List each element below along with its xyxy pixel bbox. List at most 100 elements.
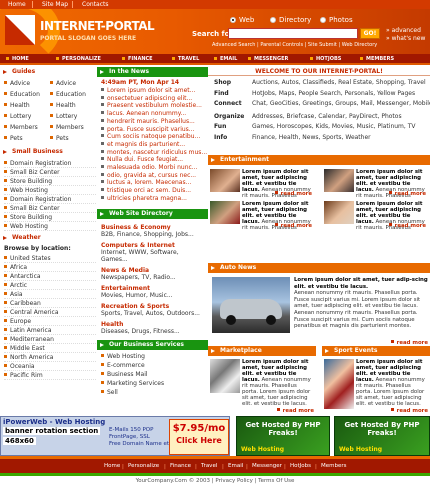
read-more-link[interactable]: read more (274, 223, 312, 229)
footer-link[interactable]: Members (321, 463, 347, 469)
radio-photos[interactable]: Photos (320, 16, 353, 24)
weather-location[interactable]: Africa (4, 263, 96, 272)
weather-location[interactable]: Middle East (4, 344, 96, 353)
top-link-contacts[interactable]: Contacts (82, 1, 108, 8)
category-links[interactable]: Addresses, Briefcase, Calendar, PayDirec… (252, 112, 402, 122)
directory-category[interactable]: Recreation & Sports (101, 303, 204, 310)
service-item[interactable]: Business Mail (97, 370, 208, 379)
weather-location[interactable]: Mediterranean (4, 335, 96, 344)
category-name[interactable]: Fun (214, 122, 226, 132)
news-item[interactable]: Praesent vestibulum molestie... (97, 102, 208, 110)
nav-members[interactable]: MEMBERS (366, 56, 394, 62)
news-item[interactable]: odio, gravida at, cursus nec... (97, 172, 208, 180)
weather-location[interactable]: Caribbean (4, 299, 96, 308)
weather-location[interactable]: North America (4, 353, 96, 362)
top-link-sitemap[interactable]: Site Map (42, 1, 68, 8)
guide-item[interactable]: Lottery (4, 113, 31, 120)
list-item[interactable]: Small Biz Center (4, 204, 96, 213)
footer-link[interactable]: Email (228, 463, 243, 469)
weather-location[interactable]: Central America (4, 308, 96, 317)
category-name[interactable]: Find (214, 89, 229, 99)
ipower-banner[interactable]: iPowerWeb - Web Hosting banner rotation … (0, 416, 230, 456)
read-more-link[interactable]: read more (390, 408, 428, 414)
guide-item[interactable]: Advice (50, 80, 76, 87)
service-item[interactable]: Web Hosting (97, 352, 208, 361)
search-sub-links[interactable]: Advanced Search | Parental Controls | Si… (212, 42, 377, 48)
read-more-link[interactable]: read more (388, 191, 426, 197)
price-badge[interactable]: $7.95/mo Click Here (169, 419, 229, 455)
phpfreaks-banner[interactable]: Get Hosted By PHP Freaks! Web Hosting (236, 416, 330, 456)
footer-link[interactable]: Home (104, 463, 120, 469)
guide-item[interactable]: Members (50, 124, 84, 131)
news-item[interactable]: montes, nascetur ridiculus mus... (97, 149, 208, 157)
list-item[interactable]: Domain Registration (4, 159, 96, 168)
guide-item[interactable]: Pets (4, 135, 23, 142)
radio-web[interactable]: Web (230, 16, 254, 24)
person-photo[interactable] (324, 169, 354, 192)
weather-location[interactable]: Arctic (4, 281, 96, 290)
directory-desc[interactable]: B2B, Finance, Shopping, Jobs... (101, 231, 204, 238)
directory-desc[interactable]: Internet, WWW, Software, Games... (101, 249, 204, 263)
guide-item[interactable]: Education (4, 91, 40, 98)
directory-category[interactable]: Business & Economy (101, 224, 204, 231)
category-name[interactable]: Connect (214, 99, 242, 109)
sport-photo[interactable] (324, 359, 354, 409)
radio-directory[interactable]: Directory (270, 16, 311, 24)
news-item[interactable]: Lorem ipsum dolor sit amet... (97, 87, 208, 95)
news-item[interactable]: malesuada odio. Morbi nunc... (97, 164, 208, 172)
search-input[interactable] (228, 28, 358, 39)
car-photo[interactable] (212, 277, 290, 333)
nav-home[interactable]: HOME (12, 56, 29, 62)
category-links[interactable]: Games, Horoscopes, Kids, Movies, Music, … (252, 122, 415, 132)
list-item[interactable]: Small Biz Center (4, 168, 96, 177)
news-item[interactable]: tristique orci ac sem. Duis... (97, 187, 208, 195)
category-links[interactable]: Finance, Health, News, Sports, Weather (252, 133, 371, 143)
person-photo[interactable] (210, 201, 240, 224)
news-item[interactable]: et magnis dis parturient... (97, 141, 208, 149)
weather-location[interactable]: Europe (4, 317, 96, 326)
news-item[interactable]: Cum sociis natoque penatibu... (97, 133, 208, 141)
news-item[interactable]: ultricies pharetra magna... (97, 195, 208, 203)
read-more-link[interactable]: read more (388, 223, 426, 229)
person-photo[interactable] (324, 201, 354, 224)
read-more-link[interactable]: read more (276, 408, 314, 414)
person-photo[interactable] (210, 169, 240, 192)
list-item[interactable]: Store Building (4, 177, 96, 186)
news-item[interactable]: onsectetuer adipiscing elit... (97, 95, 208, 103)
category-links[interactable]: Chat, GeoCities, Greetings, Groups, Mail… (252, 99, 430, 109)
news-item[interactable]: porta. Fusce suscipit varius... (97, 126, 208, 134)
service-item[interactable]: Sell (97, 388, 208, 397)
news-item[interactable]: Nulla dui. Fusce feugiat... (97, 156, 208, 164)
nav-email[interactable]: EMAIL (220, 56, 237, 62)
nav-personalize[interactable]: PERSONALIZE (62, 56, 101, 62)
weather-location[interactable]: Antarctica (4, 272, 96, 281)
directory-desc[interactable]: Diseases, Drugs, Fitness... (101, 328, 204, 335)
nav-messenger[interactable]: MESSENGER (254, 56, 288, 62)
directory-category[interactable]: Computers & Internet (101, 242, 204, 249)
guide-item[interactable]: Education (50, 91, 86, 98)
category-name[interactable]: Info (214, 133, 227, 143)
weather-location[interactable]: Latin America (4, 326, 96, 335)
advanced-search-link[interactable]: » advanced (386, 27, 421, 34)
service-item[interactable]: Marketing Services (97, 379, 208, 388)
category-name[interactable]: Shop (214, 78, 231, 88)
guide-item[interactable]: Members (4, 124, 38, 131)
list-item[interactable]: Domain Registration (4, 195, 96, 204)
guide-item[interactable]: Advice (4, 80, 30, 87)
nav-finance[interactable]: FINANCE (128, 56, 153, 62)
directory-category[interactable]: Health (101, 321, 204, 328)
footer-link[interactable]: Messenger (252, 463, 282, 469)
news-item[interactable]: lacus. Aenean nonummy... (97, 110, 208, 118)
directory-category[interactable]: News & Media (101, 267, 204, 274)
news-item[interactable]: luctus a, lorem. Maecenas... (97, 179, 208, 187)
logo[interactable]: INTERNET-PORTAL PORTAL SLOGAN GOES HERE (0, 9, 185, 54)
nav-travel[interactable]: TRAVEL (178, 56, 199, 62)
whats-new-link[interactable]: » what's new (386, 35, 425, 42)
footer-link[interactable]: Travel (201, 463, 217, 469)
phpfreaks-banner[interactable]: Get Hosted By PHP Freaks! Web Hosting (334, 416, 430, 456)
category-links[interactable]: Auctions, Autos, Classifieds, Real Estat… (252, 78, 426, 88)
footer-link[interactable]: Personalize (128, 463, 159, 469)
list-item[interactable]: Web Hosting (4, 186, 96, 195)
read-more-link[interactable]: read more (274, 191, 312, 197)
directory-desc[interactable]: Newspapers, TV, Radio... (101, 274, 204, 281)
